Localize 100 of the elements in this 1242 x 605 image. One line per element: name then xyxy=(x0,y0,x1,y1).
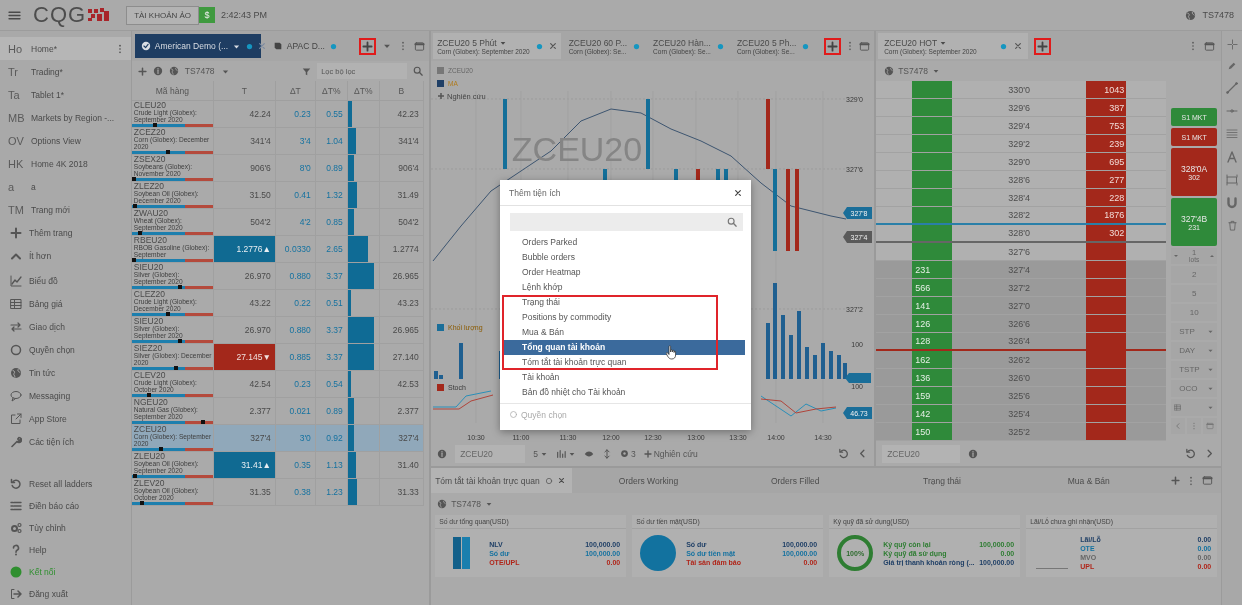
widget-list-item[interactable]: Trạng thái xyxy=(502,295,745,310)
ask-cell[interactable]: 1043 xyxy=(1086,81,1127,98)
ladder-price[interactable]: 329'2 xyxy=(997,135,1042,152)
bid-cell[interactable] xyxy=(912,207,953,223)
bid-cell[interactable] xyxy=(912,171,953,188)
ask-cell[interactable] xyxy=(1086,405,1127,422)
bid-cell[interactable]: 231 xyxy=(912,261,953,278)
ask-cell[interactable] xyxy=(1086,297,1127,314)
magnet-icon[interactable] xyxy=(1226,197,1239,209)
window-icon[interactable] xyxy=(1204,40,1216,52)
circle-icon[interactable] xyxy=(544,476,553,485)
menu-icon[interactable] xyxy=(8,8,21,22)
ladder-price[interactable]: 326'2 xyxy=(997,351,1042,368)
widget-list-item[interactable]: Orders Parked xyxy=(502,235,745,250)
column-header[interactable]: Mã hàng xyxy=(131,81,214,101)
interval-dropdown[interactable]: 5 xyxy=(533,448,548,459)
info-icon[interactable] xyxy=(152,66,163,76)
ask-cell[interactable]: 228 xyxy=(1086,189,1127,206)
nav-item[interactable]: Ít hơn xyxy=(0,244,131,267)
bid-cell[interactable]: 566 xyxy=(912,279,953,296)
nav-item[interactable]: App Store xyxy=(0,407,131,430)
ask-cell[interactable]: 695 xyxy=(1086,153,1127,170)
page-tab[interactable]: HK Home 4K 2018 xyxy=(0,152,131,175)
nav-item[interactable]: Đăng xuất xyxy=(0,583,131,605)
column-header[interactable]: ΔT xyxy=(275,81,316,101)
up-down-arrows-icon[interactable] xyxy=(601,448,612,459)
trend-line-icon[interactable] xyxy=(1226,82,1239,94)
plus-icon[interactable] xyxy=(437,92,445,100)
bid-cell[interactable] xyxy=(912,153,953,170)
ask-cell[interactable] xyxy=(1086,369,1127,386)
ladder-price[interactable]: 329'0 xyxy=(997,153,1042,170)
add-widget-button[interactable] xyxy=(1034,37,1052,55)
ask-cell[interactable] xyxy=(1086,261,1127,278)
options-dropdown[interactable] xyxy=(1171,399,1218,416)
ladder-price[interactable]: 325'2 xyxy=(997,423,1042,440)
page-tab[interactable]: Ta Tablet 1* xyxy=(0,83,131,106)
page-tab[interactable]: Tr Trading* xyxy=(0,60,131,83)
pencil-icon[interactable] xyxy=(1227,61,1238,71)
ladder-price[interactable]: 326'0 xyxy=(997,369,1042,386)
nav-item[interactable]: Giao dịch xyxy=(0,315,131,338)
nav-item[interactable]: Thêm trang xyxy=(0,221,131,244)
bid-cell[interactable] xyxy=(912,99,953,116)
add-widget-button[interactable] xyxy=(824,37,842,55)
close-icon[interactable] xyxy=(557,477,565,484)
ask-cell[interactable] xyxy=(1086,351,1127,368)
ladder-price[interactable]: 326'4 xyxy=(997,333,1042,349)
window-icon[interactable] xyxy=(859,40,871,52)
nav-item[interactable]: Biểu đồ xyxy=(0,269,131,292)
increment-icon[interactable] xyxy=(1209,253,1216,259)
nav-item[interactable]: Tin tức xyxy=(0,361,131,384)
ladder-price[interactable]: 326'6 xyxy=(997,315,1042,332)
ladder-price[interactable]: 327'6 xyxy=(997,243,1042,260)
bid-cell[interactable] xyxy=(912,189,953,206)
bid-cell[interactable]: 142 xyxy=(912,405,953,422)
column-header[interactable]: T xyxy=(213,81,276,101)
column-header[interactable]: ΔT% xyxy=(315,81,348,101)
ladder-price[interactable]: 327'2 xyxy=(997,279,1042,296)
ask-cell[interactable]: 753 xyxy=(1086,117,1127,134)
studies-button[interactable]: 3 xyxy=(619,448,636,459)
ladder-price[interactable]: 329'4 xyxy=(997,117,1042,134)
widget-list-item[interactable]: Lệnh khớp xyxy=(502,280,745,295)
symbol-field[interactable]: ZCEU20 xyxy=(882,444,961,463)
widget-list-item[interactable]: Positions by commodity xyxy=(502,310,745,325)
ladder-price[interactable]: 325'6 xyxy=(997,387,1042,404)
ask-cell[interactable]: 239 xyxy=(1086,135,1127,152)
bid-cell[interactable]: 126 xyxy=(912,315,953,332)
page-tab[interactable]: OV Options View xyxy=(0,129,131,152)
widget-list-item[interactable]: Bản đồ nhiệt cho Tài khoản xyxy=(502,385,745,400)
bid-cell[interactable]: 150 xyxy=(912,423,953,440)
widget-tab[interactable]: Orders Filled xyxy=(724,468,866,493)
window-icon[interactable] xyxy=(414,40,426,52)
bid-cell[interactable]: 162 xyxy=(912,351,953,368)
caret-icon[interactable] xyxy=(484,500,493,508)
bid-cell[interactable] xyxy=(912,243,953,260)
widget-list-item[interactable]: Order Heatmap xyxy=(502,265,745,280)
search-icon[interactable] xyxy=(413,66,424,76)
ladder-price[interactable]: 325'4 xyxy=(997,405,1042,422)
widget-tab[interactable]: Tóm tắt tài khoản trực quan xyxy=(431,468,573,493)
undo-icon[interactable] xyxy=(838,448,850,459)
widget-list-item[interactable]: Tóm tắt tài khoản trực quan xyxy=(502,355,745,370)
nav-item[interactable]: Quyền chọn xyxy=(0,338,131,361)
nav-item[interactable]: Tùy chỉnh xyxy=(0,517,131,539)
plus-icon[interactable] xyxy=(1171,476,1181,485)
close-icon[interactable] xyxy=(734,188,742,197)
ladder-price[interactable]: 330'0 xyxy=(997,81,1042,98)
parallel-lines-icon[interactable] xyxy=(1226,128,1239,140)
ask-cell[interactable] xyxy=(1086,423,1127,440)
ask-cell[interactable]: 277 xyxy=(1086,171,1127,188)
filter-icon[interactable] xyxy=(302,66,312,76)
column-header[interactable]: B xyxy=(379,81,424,101)
info-icon[interactable] xyxy=(968,448,979,459)
close-icon[interactable] xyxy=(258,42,267,50)
ask-cell[interactable]: 1876 xyxy=(1086,207,1127,223)
plus-icon[interactable] xyxy=(137,66,147,76)
ask-cell[interactable] xyxy=(1086,315,1127,332)
nav-item[interactable]: Messaging xyxy=(0,384,131,407)
add-study-button[interactable]: Nghiên cứu xyxy=(643,448,698,459)
column-header[interactable]: ΔT% xyxy=(347,81,380,101)
symbol-field[interactable]: ZCEU20 xyxy=(455,444,526,463)
ladder-price[interactable]: 327'4 xyxy=(997,261,1042,278)
